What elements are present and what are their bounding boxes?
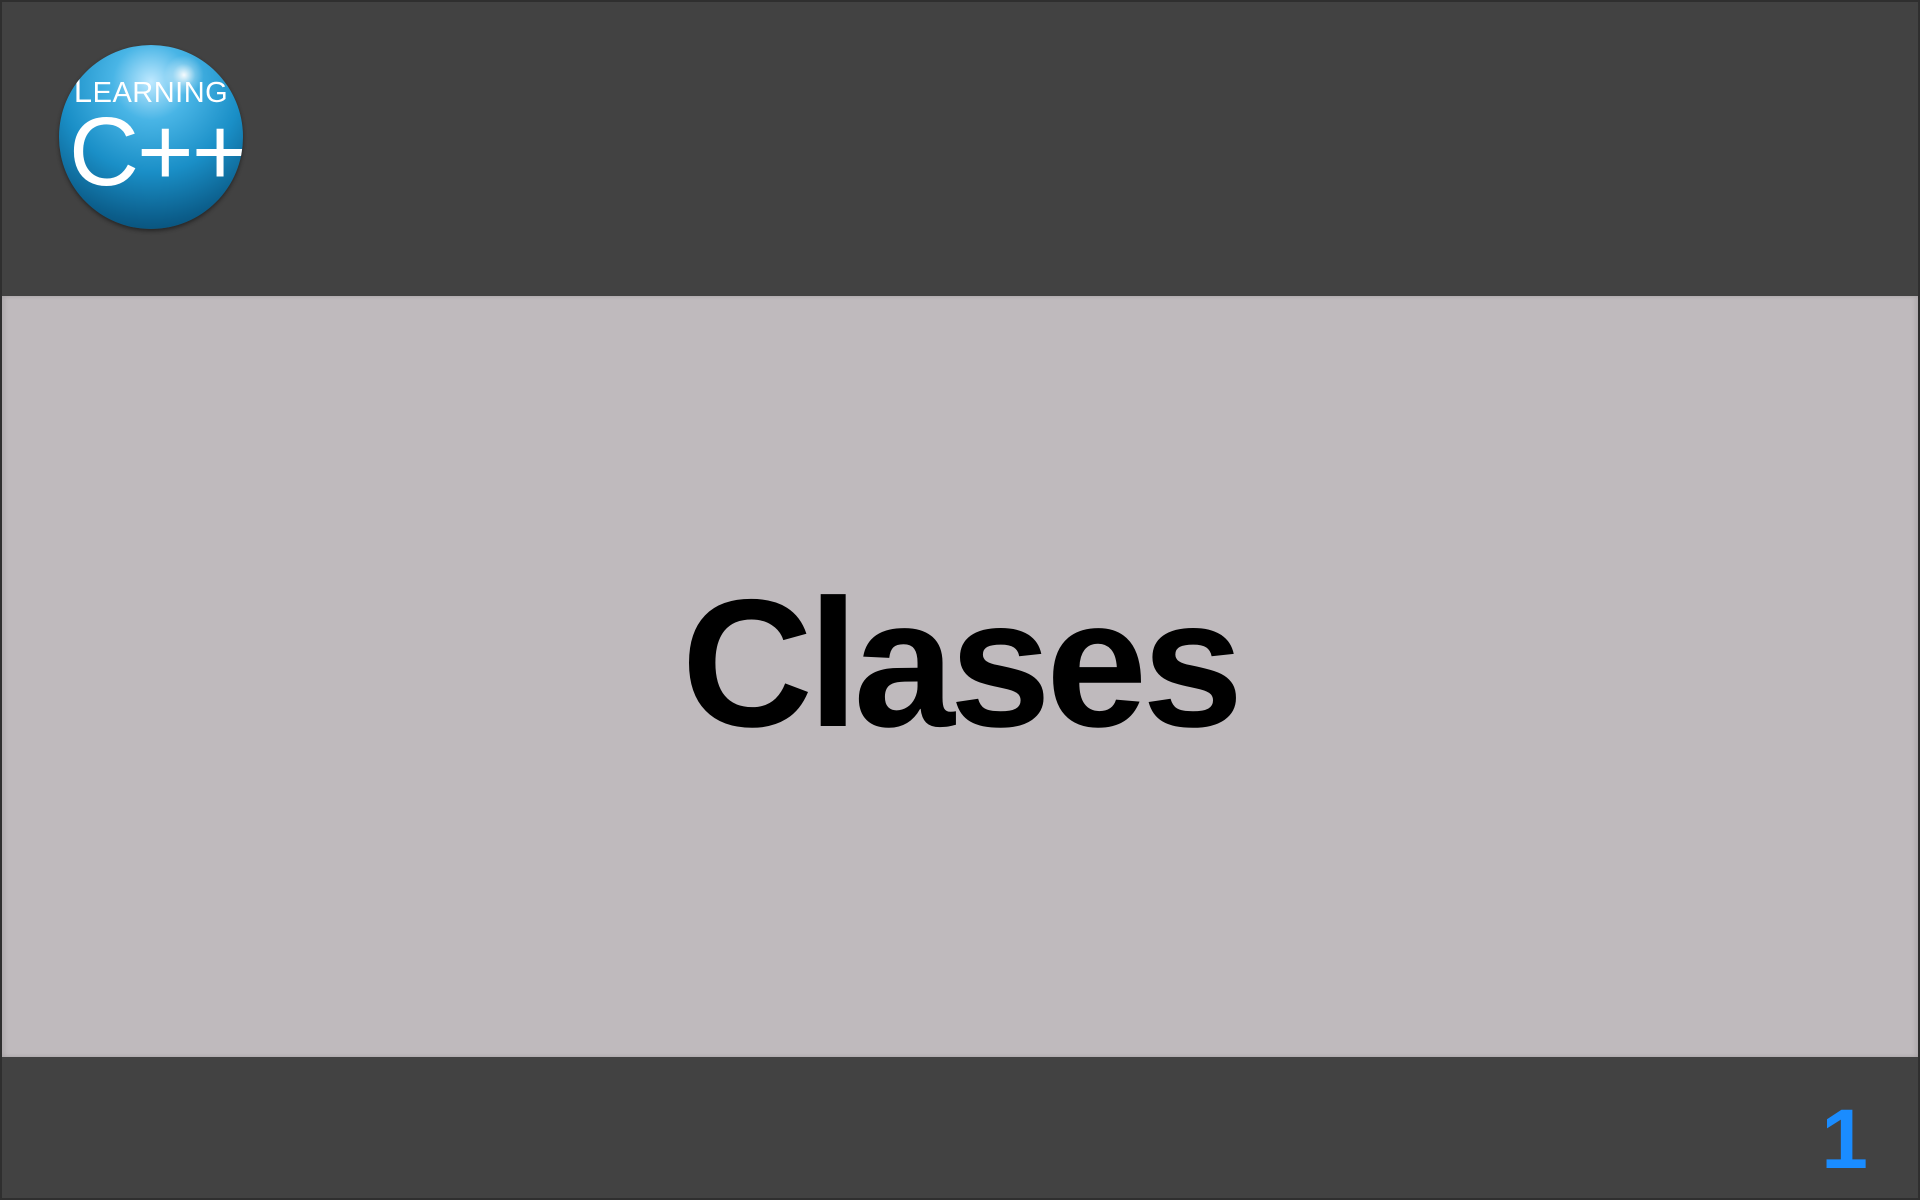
slide-title: Clases [681,561,1244,765]
top-bar: Learning C++ [2,2,1918,296]
page-number: 1 [1821,1092,1868,1186]
presentation-slide: Learning C++ Clases 1 [0,0,1920,1200]
logo-main-text: C++ [69,97,243,206]
learning-cpp-logo: Learning C++ [59,45,243,229]
bottom-bar [2,1057,1918,1198]
